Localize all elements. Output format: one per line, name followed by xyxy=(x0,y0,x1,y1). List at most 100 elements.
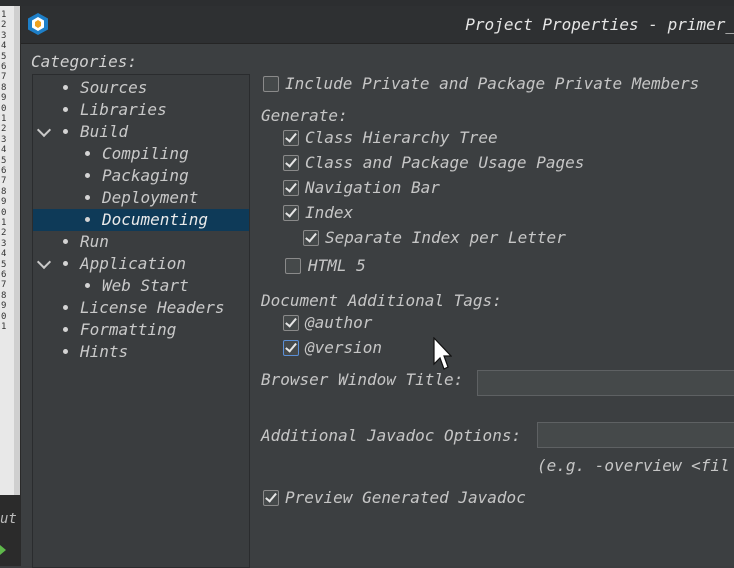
navigation-bar-label: Navigation Bar xyxy=(305,178,440,197)
categories-tree[interactable]: Sources Libraries Build Compiling Packaging D… xyxy=(32,74,250,568)
include-private-checkbox[interactable] xyxy=(263,76,279,92)
gutter-line-number: 9 xyxy=(1,93,7,104)
gutter-line-number: 6 xyxy=(1,270,7,280)
gutter-line-number: 7 xyxy=(1,280,7,291)
version-tag-checkbox[interactable] xyxy=(283,340,299,356)
author-tag-checkbox[interactable] xyxy=(283,315,299,331)
category-label: Libraries xyxy=(80,100,167,119)
generate-label: Generate: xyxy=(261,106,348,125)
output-label: ut xyxy=(0,511,17,527)
category-web-start[interactable]: Web Start xyxy=(33,275,249,297)
bullet-icon xyxy=(85,173,90,178)
output-panel-strip: ut xyxy=(0,495,20,566)
category-label: Documenting xyxy=(102,210,208,229)
separate-index-checkbox[interactable] xyxy=(303,230,319,246)
class-package-usage-checkbox[interactable] xyxy=(283,155,299,171)
gutter-line-number: 5 xyxy=(1,51,7,62)
bullet-icon xyxy=(85,195,90,200)
bullet-icon xyxy=(63,261,68,266)
category-formatting[interactable]: Formatting xyxy=(33,319,249,341)
gutter-line-number: 8 xyxy=(1,186,7,197)
browser-title-input[interactable] xyxy=(477,370,734,396)
categories-label: Categories: xyxy=(31,52,137,71)
category-label: Run xyxy=(80,232,109,251)
index-checkbox[interactable] xyxy=(283,205,299,221)
gutter-line-number: 4 xyxy=(1,41,7,52)
category-libraries[interactable]: Libraries xyxy=(33,99,249,121)
bullet-icon xyxy=(63,327,68,332)
gutter-line-number: 6 xyxy=(1,166,7,176)
category-run[interactable]: Run xyxy=(33,231,249,253)
category-label: Web Start xyxy=(102,276,189,295)
gutter-line-number: 0 xyxy=(1,103,7,114)
gutter-line-number: 2 xyxy=(1,228,7,239)
gutter-line-number: 8 xyxy=(1,82,7,93)
bullet-icon xyxy=(85,217,90,222)
gutter-line-number: 5 xyxy=(1,259,7,270)
dialog-titlebar[interactable]: Project Properties - primer_ xyxy=(21,6,734,44)
gutter-line-number: 7 xyxy=(1,176,7,187)
bullet-icon xyxy=(85,151,90,156)
category-deployment[interactable]: Deployment xyxy=(33,187,249,209)
chevron-down-icon[interactable] xyxy=(36,122,52,138)
run-arrow-icon[interactable] xyxy=(0,545,6,555)
category-label: Sources xyxy=(80,78,148,97)
class-hierarchy-checkbox[interactable] xyxy=(283,130,299,146)
javadoc-options-hint: (e.g. -overview <fil xyxy=(537,456,730,475)
navigation-bar-checkbox[interactable] xyxy=(283,180,299,196)
category-documenting[interactable]: Documenting xyxy=(33,209,249,231)
preview-javadoc-checkbox[interactable] xyxy=(263,490,279,506)
category-label: Compiling xyxy=(102,144,189,163)
category-label: Build xyxy=(80,122,129,141)
category-build[interactable]: Build xyxy=(33,121,249,143)
category-packaging[interactable]: Packaging xyxy=(33,165,249,187)
gutter-line-number: 7 xyxy=(1,72,7,83)
include-private-label: Include Private and Package Private Memb… xyxy=(285,74,700,93)
dialog-title: Project Properties - primer_ xyxy=(465,15,734,34)
chevron-down-icon[interactable] xyxy=(36,254,52,270)
javadoc-options-input[interactable] xyxy=(537,422,734,448)
netbeans-cube-icon xyxy=(28,13,48,35)
gutter-line-number: 1 xyxy=(1,10,7,20)
gutter-line-number: 8 xyxy=(1,290,7,301)
gutter-line-number: 0 xyxy=(1,207,7,218)
gutter-line-number: 2 xyxy=(1,20,7,31)
gutter-line-number: 6 xyxy=(1,62,7,72)
bullet-icon xyxy=(63,305,68,310)
gutter-line-number: 9 xyxy=(1,301,7,312)
bullet-icon xyxy=(63,239,68,244)
category-label: Deployment xyxy=(102,188,199,207)
category-hints[interactable]: Hints xyxy=(33,341,249,363)
category-license-headers[interactable]: License Headers xyxy=(33,297,249,319)
gutter-line-number: 2 xyxy=(1,124,7,135)
class-package-usage-label: Class and Package Usage Pages xyxy=(305,153,585,172)
editor-line-gutter: 1234567890123456789012345678901 xyxy=(0,6,14,566)
category-label: Packaging xyxy=(102,166,189,185)
bullet-icon xyxy=(63,107,68,112)
javadoc-options-label: Additional Javadoc Options: xyxy=(261,426,522,445)
category-compiling[interactable]: Compiling xyxy=(33,143,249,165)
bullet-icon xyxy=(63,85,68,90)
bullet-icon xyxy=(63,129,68,134)
bullet-icon xyxy=(63,349,68,354)
gutter-line-number: 4 xyxy=(1,145,7,156)
category-label: Application xyxy=(80,254,186,273)
category-label: License Headers xyxy=(80,298,225,317)
gutter-line-number: 3 xyxy=(1,134,7,145)
class-hierarchy-label: Class Hierarchy Tree xyxy=(305,128,498,147)
gutter-line-number: 4 xyxy=(1,249,7,260)
version-tag-label: @version xyxy=(305,338,383,357)
separate-index-label: Separate Index per Letter xyxy=(325,228,566,247)
category-application[interactable]: Application xyxy=(33,253,249,275)
gutter-line-number: 3 xyxy=(1,30,7,41)
project-properties-dialog: Project Properties - primer_ Categories:… xyxy=(20,6,734,568)
gutter-line-number: 3 xyxy=(1,238,7,249)
category-label: Hints xyxy=(80,342,129,361)
gutter-line-number: 1 xyxy=(1,114,7,124)
category-label: Formatting xyxy=(80,320,177,339)
category-sources[interactable]: Sources xyxy=(33,77,249,99)
gutter-line-number: 5 xyxy=(1,155,7,166)
html5-label: HTML 5 xyxy=(308,256,366,275)
html5-checkbox[interactable] xyxy=(285,258,301,274)
gutter-line-number: 0 xyxy=(1,311,7,322)
